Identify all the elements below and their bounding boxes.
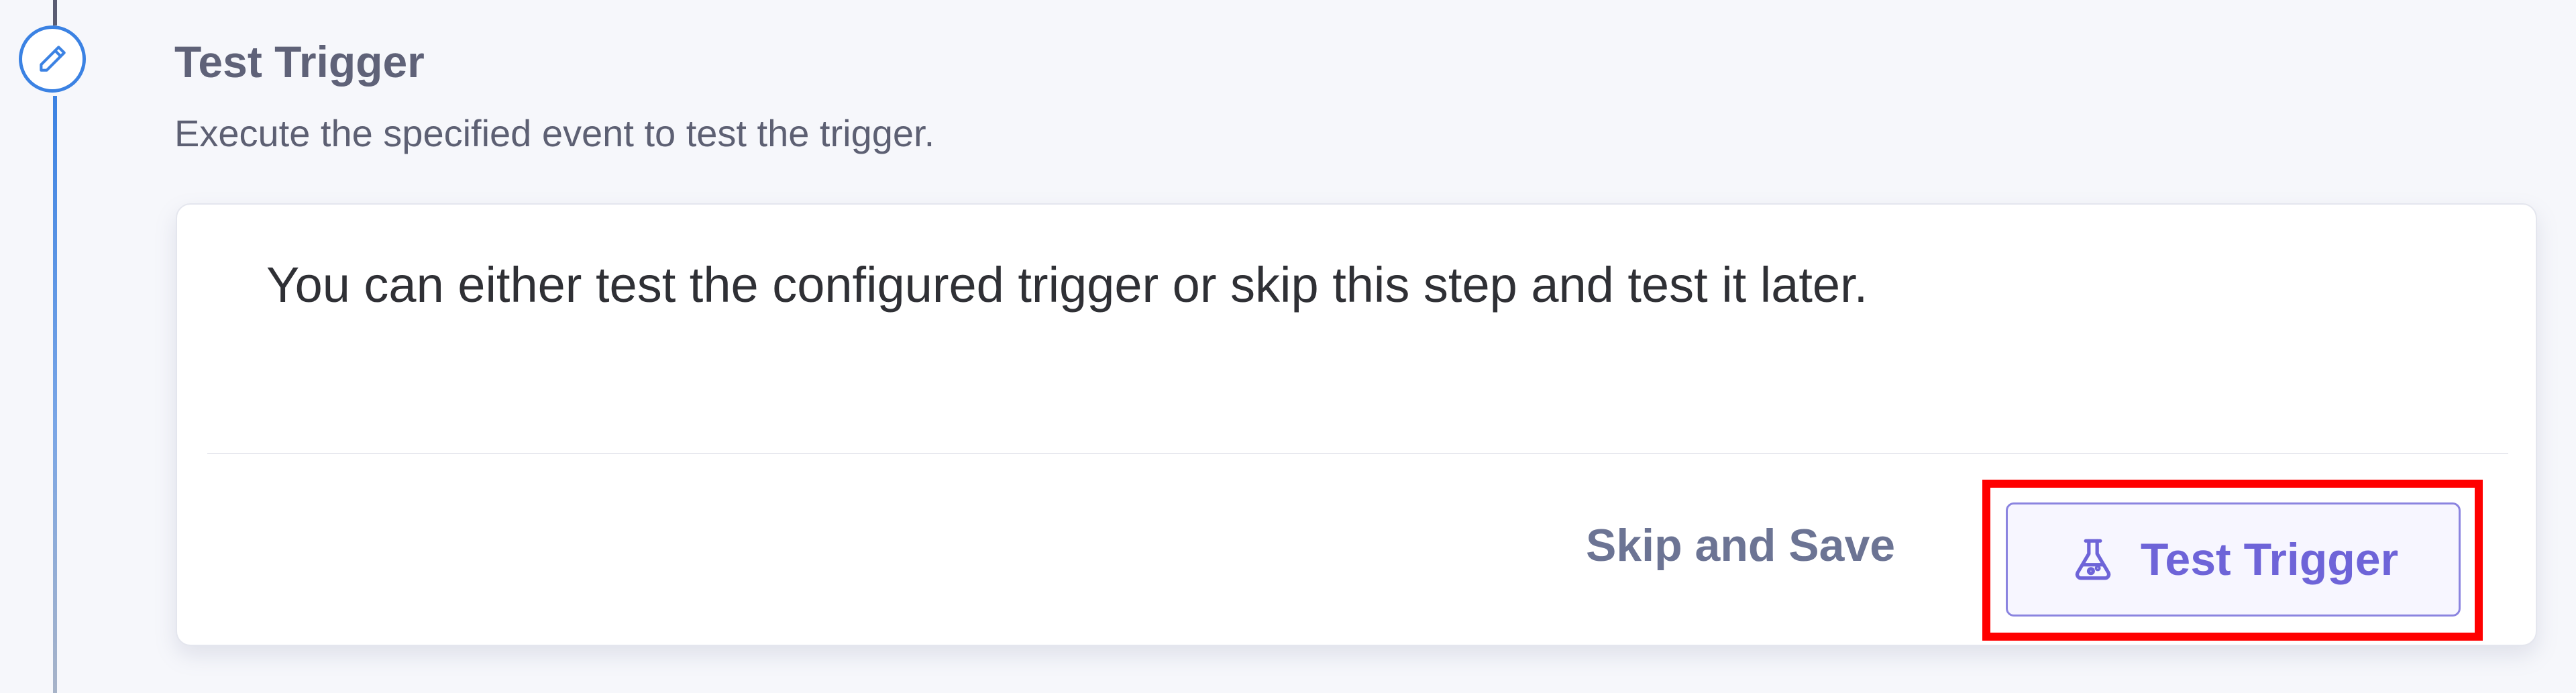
- step-title: Test Trigger: [174, 37, 425, 87]
- test-trigger-label: Test Trigger: [2140, 534, 2399, 585]
- skip-and-save-button[interactable]: Skip and Save: [1572, 505, 1909, 586]
- flask-icon: [2075, 539, 2111, 580]
- step-description: Execute the specified event to test the …: [174, 112, 935, 154]
- card-message: You can either test the configured trigg…: [266, 257, 1868, 313]
- step-edit-node[interactable]: [19, 25, 86, 93]
- test-trigger-button[interactable]: Test Trigger: [2006, 502, 2461, 617]
- test-trigger-card: You can either test the configured trigg…: [176, 203, 2537, 646]
- pencil-icon: [40, 46, 66, 72]
- card-divider: [207, 453, 2508, 454]
- timeline-connector-top: [53, 0, 57, 25]
- timeline-connector: [53, 96, 57, 693]
